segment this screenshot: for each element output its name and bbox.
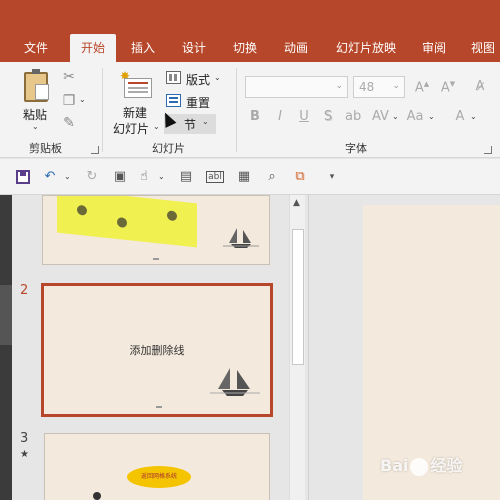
new-slide-dropdown-icon[interactable]: ⌄ <box>153 122 160 131</box>
from-beginning-icon[interactable]: ▣ <box>112 169 128 185</box>
clipboard-launcher-icon[interactable] <box>91 146 99 154</box>
form-icon[interactable]: ▦ <box>236 169 252 185</box>
text-shadow-button[interactable]: S <box>320 109 336 124</box>
speech-bubble: 返回网格系统 <box>127 466 191 488</box>
sailboat-icon <box>223 226 259 252</box>
new-slide-icon[interactable]: ✸ <box>120 70 154 98</box>
tab-insert[interactable]: 插入 <box>124 34 162 62</box>
textbox-icon[interactable]: abl <box>206 171 224 183</box>
slide-art <box>57 196 197 248</box>
bold-button[interactable]: B <box>247 109 263 124</box>
touch-mode-icon[interactable]: ☝ <box>136 169 152 185</box>
shrink-font-icon[interactable]: A▼ <box>440 80 456 95</box>
slide-thumbnail-2[interactable]: 添加删除线 <box>41 283 273 417</box>
slide-layout-icon <box>124 78 152 98</box>
figure-mark <box>93 492 101 500</box>
font-color-button[interactable]: A <box>452 109 468 124</box>
art-blot <box>77 204 87 216</box>
watermark-text-left: Bai <box>380 456 409 475</box>
tab-slideshow[interactable]: 幻灯片放映 <box>328 34 404 62</box>
reset-icon[interactable] <box>166 94 181 107</box>
font-color-dropdown-icon[interactable]: ⌄ <box>470 112 477 121</box>
tab-view[interactable]: 视图 <box>466 34 500 62</box>
thumbnail-scrollbar[interactable]: ▲ <box>289 195 305 500</box>
redo-icon[interactable]: ↻ <box>84 169 100 185</box>
new-slide-label-line1[interactable]: 新建 <box>123 104 147 121</box>
undo-dropdown-icon[interactable]: ⌄ <box>64 172 71 181</box>
slide-footer-mark <box>156 406 162 408</box>
tab-review[interactable]: 审阅 <box>415 34 453 62</box>
tab-file[interactable]: 文件 <box>14 34 58 62</box>
slide-footer-mark <box>153 258 159 260</box>
clipboard-group-label: 剪贴板 <box>29 142 62 155</box>
tab-transitions[interactable]: 切换 <box>226 34 264 62</box>
copy-icon[interactable]: ❐ <box>60 92 78 110</box>
clear-formatting-icon[interactable]: A̷ <box>472 79 488 94</box>
font-size-dropdown-icon[interactable]: ⌄ <box>392 81 400 91</box>
slide-thumbnail-1[interactable] <box>42 195 270 265</box>
powerpoint-window: 文件 开始 插入 设计 切换 动画 幻灯片放映 审阅 视图 粘贴 ⌄ ✂ ❐ ⌄… <box>0 0 500 500</box>
italic-button[interactable]: I <box>272 109 288 124</box>
layout-icon[interactable] <box>166 71 181 84</box>
group-divider <box>236 68 237 152</box>
customize-qat-icon[interactable]: ▾ <box>324 169 340 185</box>
underline-button[interactable]: U <box>296 109 312 124</box>
tab-design[interactable]: 设计 <box>175 34 213 62</box>
layout-dropdown-icon[interactable]: ⌄ <box>214 73 221 82</box>
font-size-value: 48 <box>359 80 375 94</box>
font-size-combobox[interactable]: 48 ⌄ <box>353 76 405 98</box>
arrange-icon[interactable]: ⧉ <box>292 169 308 185</box>
ribbon-home: 粘贴 ⌄ ✂ ❐ ⌄ ✎ 剪贴板 ✸ 新建 幻灯片 ⌄ 版式 ⌄ 重置 节 ⌄ … <box>0 62 500 158</box>
art-blot <box>117 216 127 228</box>
left-gutter <box>0 195 12 500</box>
font-name-dropdown-icon[interactable]: ⌄ <box>335 81 343 91</box>
ribbon-tabs: 文件 开始 插入 设计 切换 动画 幻灯片放映 审阅 视图 <box>0 34 500 62</box>
gutter-strip <box>0 285 12 345</box>
font-launcher-icon[interactable] <box>484 146 492 154</box>
section-dropdown-icon: ⌄ <box>202 117 209 126</box>
tab-home[interactable]: 开始 <box>70 34 116 62</box>
tab-animations[interactable]: 动画 <box>277 34 315 62</box>
format-painter-icon[interactable]: ✎ <box>60 114 78 132</box>
grow-font-icon[interactable]: A▲ <box>414 80 430 95</box>
character-spacing-button[interactable]: AV <box>372 109 389 124</box>
art-blot <box>167 210 177 222</box>
find-icon[interactable]: ⌕ <box>264 169 280 185</box>
character-spacing-icon[interactable]: ab <box>345 109 361 124</box>
quick-access-toolbar: ↶ ⌄ ↻ ▣ ☝ ⌄ ▤ abl ▦ ⌕ ⧉ ▾ <box>0 159 500 195</box>
paste-icon[interactable] <box>24 69 49 102</box>
watermark-text-right: 经验 <box>430 456 463 475</box>
sailboat-icon <box>210 364 260 402</box>
touch-mode-dropdown-icon[interactable]: ⌄ <box>158 172 165 181</box>
new-slide-label-line2[interactable]: 幻灯片 <box>113 120 149 137</box>
scroll-up-icon[interactable]: ▲ <box>293 198 300 208</box>
spacing-dropdown-icon[interactable]: ⌄ <box>392 112 399 121</box>
reset-button[interactable]: 重置 <box>186 94 210 111</box>
animation-star-icon: ★ <box>20 449 29 460</box>
copy-dropdown-icon[interactable]: ⌄ <box>79 95 86 104</box>
slide-title: 添加删除线 <box>129 344 185 357</box>
group-divider <box>102 68 103 152</box>
save-icon[interactable] <box>16 170 30 184</box>
layout-button[interactable]: 版式 <box>186 71 210 88</box>
title-bar: 文件 开始 插入 设计 切换 动画 幻灯片放映 审阅 视图 <box>0 0 500 62</box>
paste-dropdown-icon[interactable]: ⌄ <box>32 122 39 131</box>
slide-thumbnail-3[interactable]: 返回网格系统 <box>44 433 270 500</box>
change-case-dropdown-icon[interactable]: ⌄ <box>428 112 435 121</box>
section-label: 节 <box>184 118 197 132</box>
undo-icon[interactable]: ↶ <box>42 169 58 185</box>
font-name-combobox[interactable]: ⌄ <box>245 76 348 98</box>
slide-number-3: 3 <box>20 431 29 446</box>
paw-logo-icon <box>410 457 429 476</box>
slide-thumbnail-pane: 2 添加删除线 3 ★ 返回网格系统 <box>12 195 308 500</box>
scroll-thumb[interactable] <box>292 229 304 365</box>
watermark: Bai 经验 <box>380 452 463 476</box>
cut-icon[interactable]: ✂ <box>60 68 78 86</box>
slides-group-label: 幻灯片 <box>152 142 185 155</box>
change-case-button[interactable]: Aa <box>404 109 426 124</box>
paste-button[interactable]: 粘贴 <box>23 106 47 123</box>
insert-picture-icon[interactable]: ▤ <box>178 169 194 185</box>
font-group-label: 字体 <box>345 142 367 155</box>
slide-number-2: 2 <box>20 283 29 298</box>
